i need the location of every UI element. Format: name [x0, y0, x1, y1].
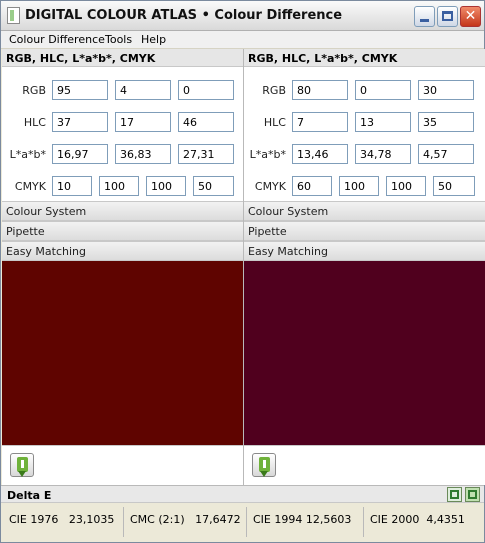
result-cie1976: CIE 1976 23,1035: [9, 513, 114, 531]
cmyk-label: CMYK: [254, 180, 286, 193]
colour-panel-left: RGB, HLC, L*a*b*, CMYK RGB 95 4 0 HLC 37…: [2, 49, 243, 485]
minimize-icon: [420, 19, 429, 22]
window-title: DIGITAL COLOUR ATLAS • Colour Difference: [25, 8, 343, 23]
lab-a-field[interactable]: 36,83: [115, 144, 171, 164]
cmyk-m-field[interactable]: 100: [339, 176, 379, 196]
rgb-g-field[interactable]: 4: [115, 80, 171, 100]
lab-b-field[interactable]: 4,57: [418, 144, 474, 164]
lab-label: L*a*b*: [249, 148, 286, 161]
result-label: CIE 1976: [9, 513, 59, 526]
lab-b-field[interactable]: 27,31: [178, 144, 234, 164]
colour-system-section[interactable]: Colour System: [244, 201, 485, 221]
menu-tools[interactable]: Tools: [105, 33, 132, 46]
cmyk-k-field[interactable]: 50: [433, 176, 475, 196]
pipette-section[interactable]: Pipette: [2, 221, 243, 241]
hlc-label: HLC: [23, 116, 46, 129]
rgb-b-field[interactable]: 0: [178, 80, 234, 100]
hlc-c-field[interactable]: 46: [178, 112, 234, 132]
separator: [123, 507, 124, 537]
delta-e-title: Delta E: [7, 489, 52, 502]
result-label: CIE 1994: [253, 513, 303, 526]
separator: [363, 507, 364, 537]
result-value: 12,5603: [305, 513, 352, 526]
result-value: 4,4351: [426, 513, 465, 526]
delta-e-results: CIE 1976 23,1035 CMC (2:1) 17,6472 CIE 1…: [1, 503, 484, 542]
expand-icon[interactable]: [447, 487, 462, 502]
rgb-g-field[interactable]: 0: [355, 80, 411, 100]
hlc-l-field[interactable]: 17: [115, 112, 171, 132]
action-area: [2, 445, 243, 485]
separator: [246, 507, 247, 537]
close-button[interactable]: ✕: [460, 6, 481, 27]
result-value: 17,6472: [195, 513, 241, 526]
app-icon: [7, 7, 20, 24]
cmyk-c-field[interactable]: 60: [292, 176, 332, 196]
colour-system-section[interactable]: Colour System: [2, 201, 243, 221]
colour-panel-right: RGB, HLC, L*a*b*, CMYK RGB 80 0 30 HLC 7…: [244, 49, 485, 485]
menu-colour-difference[interactable]: Colour Difference: [9, 33, 105, 46]
hlc-c-field[interactable]: 35: [418, 112, 474, 132]
apply-button[interactable]: [10, 453, 34, 477]
rgb-b-field[interactable]: 30: [418, 80, 474, 100]
rgb-label: RGB: [22, 84, 46, 97]
result-cie1994: CIE 1994 12,5603: [253, 513, 351, 531]
action-area: [244, 445, 485, 485]
app-window: DIGITAL COLOUR ATLAS • Colour Difference…: [0, 0, 485, 543]
easy-matching-section[interactable]: Easy Matching: [244, 241, 485, 261]
result-label: CMC (2:1): [130, 513, 185, 526]
result-cie2000: CIE 2000 4,4351: [370, 513, 465, 531]
rgb-r-field[interactable]: 95: [52, 80, 108, 100]
lab-l-field[interactable]: 13,46: [292, 144, 348, 164]
cmyk-y-field[interactable]: 100: [146, 176, 186, 196]
minimize-button[interactable]: [414, 6, 435, 27]
colour-swatch: [244, 261, 485, 445]
result-value: 23,1035: [68, 513, 115, 526]
panel-header: RGB, HLC, L*a*b*, CMYK: [2, 49, 243, 67]
easy-matching-section[interactable]: Easy Matching: [2, 241, 243, 261]
maximize-button[interactable]: [437, 6, 458, 27]
lab-a-field[interactable]: 34,78: [355, 144, 411, 164]
rgb-r-field[interactable]: 80: [292, 80, 348, 100]
hlc-l-field[interactable]: 13: [355, 112, 411, 132]
hlc-h-field[interactable]: 7: [292, 112, 348, 132]
apply-button[interactable]: [252, 453, 276, 477]
colour-swatch: [2, 261, 243, 445]
menu-bar: Colour Difference Tools Help: [1, 31, 484, 49]
down-arrow-icon: [259, 457, 270, 477]
down-arrow-icon: [17, 457, 28, 477]
panel-header: RGB, HLC, L*a*b*, CMYK: [244, 49, 485, 67]
delta-e-bar: Delta E: [1, 485, 484, 503]
rgb-label: RGB: [262, 84, 286, 97]
hlc-h-field[interactable]: 37: [52, 112, 108, 132]
close-icon: ✕: [464, 8, 477, 24]
hlc-label: HLC: [263, 116, 286, 129]
cmyk-m-field[interactable]: 100: [99, 176, 139, 196]
pipette-section[interactable]: Pipette: [244, 221, 485, 241]
cmyk-c-field[interactable]: 10: [52, 176, 92, 196]
result-label: CIE 2000: [370, 513, 420, 526]
menu-help[interactable]: Help: [141, 33, 166, 46]
cmyk-y-field[interactable]: 100: [386, 176, 426, 196]
eyedropper-icon[interactable]: [465, 487, 480, 502]
title-bar[interactable]: DIGITAL COLOUR ATLAS • Colour Difference…: [1, 1, 484, 31]
maximize-icon: [442, 11, 453, 21]
lab-label: L*a*b*: [9, 148, 46, 161]
result-cmc: CMC (2:1) 17,6472: [130, 513, 241, 531]
cmyk-k-field[interactable]: 50: [193, 176, 234, 196]
lab-l-field[interactable]: 16,97: [52, 144, 108, 164]
cmyk-label: CMYK: [14, 180, 46, 193]
